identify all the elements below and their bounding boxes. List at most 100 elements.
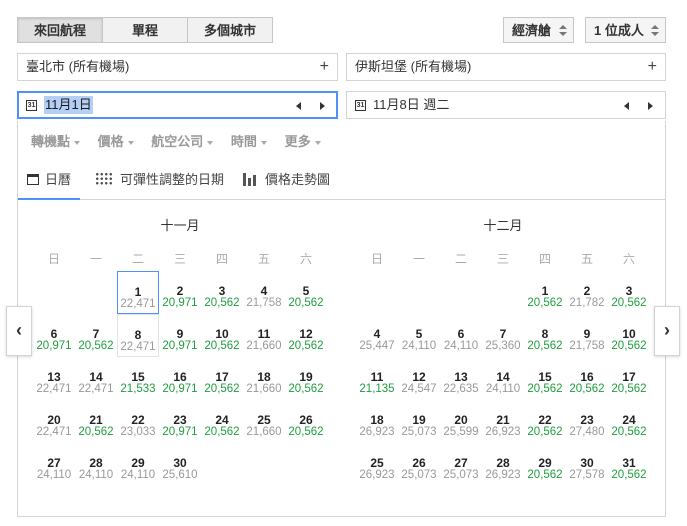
calendar-day[interactable]: 4 21,758 (243, 271, 285, 314)
filter-airline[interactable]: 航空公司 (151, 134, 213, 149)
day-number: 20 (47, 413, 61, 427)
tab-calendar[interactable]: 日曆 (18, 161, 81, 200)
trip-type-roundtrip[interactable]: 來回航程 (17, 17, 103, 43)
calendar-day[interactable]: 20 25,599 (440, 400, 482, 443)
day-number: 3 (625, 284, 633, 298)
calendar-day[interactable]: 14 24,110 (482, 357, 524, 400)
calendar-day[interactable]: 6 20,971 (33, 314, 75, 357)
calendar-day[interactable]: 16 20,562 (566, 357, 608, 400)
calendar-day[interactable]: 27 24,110 (33, 443, 75, 486)
passengers-select[interactable]: 1 位成人 (585, 17, 666, 43)
calendar-day[interactable]: 7 20,562 (75, 314, 117, 357)
calendar-day[interactable]: 18 26,923 (356, 400, 398, 443)
calendar-day[interactable]: 24 20,562 (608, 400, 650, 443)
trip-type-oneway[interactable]: 單程 (102, 17, 188, 43)
calendar-day[interactable]: 6 24,110 (440, 314, 482, 357)
calendar-day[interactable]: 31 20,562 (608, 443, 650, 486)
calendar-day[interactable]: 12 20,562 (285, 314, 327, 357)
calendar-day[interactable]: 13 22,471 (33, 357, 75, 400)
calendar-day[interactable]: 20 22,471 (33, 400, 75, 443)
calendar-day[interactable]: 26 20,562 (285, 400, 327, 443)
trip-type-multicity[interactable]: 多個城市 (187, 17, 273, 43)
calendar-day[interactable]: 19 25,073 (398, 400, 440, 443)
calendar-day[interactable]: 3 20,562 (201, 271, 243, 314)
next-day-icon[interactable] (648, 102, 653, 110)
calendar-day[interactable]: 8 22,471 (117, 314, 159, 357)
day-number: 26 (299, 413, 313, 427)
add-origin-icon[interactable]: + (320, 54, 329, 80)
filter-more[interactable]: 更多 (285, 134, 321, 149)
day-price: 21,782 (569, 297, 605, 309)
day-number: 29 (131, 456, 145, 470)
calendar-day[interactable]: 11 21,135 (356, 357, 398, 400)
prev-day-icon[interactable] (296, 102, 301, 110)
calendar-day[interactable]: 28 24,110 (75, 443, 117, 486)
filter-price[interactable]: 價格 (98, 134, 134, 149)
tab-flexible-dates[interactable]: 可彈性調整的日期 (95, 161, 224, 199)
day-price: 24,110 (485, 383, 521, 395)
add-destination-icon[interactable]: + (648, 54, 657, 80)
calendar-day[interactable]: 12 24,547 (398, 357, 440, 400)
calendar-day[interactable]: 8 20,562 (524, 314, 566, 357)
calendar-day[interactable]: 23 20,971 (159, 400, 201, 443)
day-number: 17 (215, 370, 229, 384)
calendar-day[interactable]: 27 25,073 (440, 443, 482, 486)
calendar-day[interactable]: 9 20,971 (159, 314, 201, 357)
filter-stops[interactable]: 轉機點 (31, 134, 80, 149)
calendar-day[interactable]: 28 26,923 (482, 443, 524, 486)
calendar-day[interactable]: 25 26,923 (356, 443, 398, 486)
calendar-day[interactable]: 16 20,971 (159, 357, 201, 400)
calendar-day[interactable]: 18 21,660 (243, 357, 285, 400)
prev-day-icon[interactable] (624, 102, 629, 110)
calendar-day[interactable]: 10 20,562 (201, 314, 243, 357)
calendar-day[interactable]: 21 20,562 (75, 400, 117, 443)
calendar-day[interactable]: 11 21,660 (243, 314, 285, 357)
calendar-day[interactable]: 3 20,562 (608, 271, 650, 314)
calendar-day[interactable]: 5 20,562 (285, 271, 327, 314)
calendar-day[interactable]: 5 24,110 (398, 314, 440, 357)
day-price: 20,562 (527, 340, 563, 352)
calendar-day[interactable]: 1 20,562 (524, 271, 566, 314)
calendar-day[interactable]: 10 20,562 (608, 314, 650, 357)
day-number: 13 (454, 370, 468, 384)
calendar-day[interactable]: 26 25,073 (398, 443, 440, 486)
calendar-day[interactable]: 30 25,610 (159, 443, 201, 486)
calendar-day[interactable]: 19 20,562 (285, 357, 327, 400)
destination-field[interactable]: 伊斯坦堡 (所有機場) + (346, 53, 666, 81)
depart-date-field[interactable]: 31 11月1日 (17, 91, 338, 119)
calendar-day[interactable]: 30 27,578 (566, 443, 608, 486)
day-price: 22,471 (78, 383, 114, 395)
calendar-day[interactable]: 15 21,533 (117, 357, 159, 400)
calendar-day[interactable]: 29 20,562 (524, 443, 566, 486)
calendar-day[interactable]: 7 25,360 (482, 314, 524, 357)
calendar-day[interactable]: 17 20,562 (608, 357, 650, 400)
calendar-day[interactable]: 2 21,782 (566, 271, 608, 314)
calendar-day[interactable]: 1 22,471 (117, 271, 159, 314)
calendar-day[interactable]: 22 20,562 (524, 400, 566, 443)
calendar-day[interactable]: 14 22,471 (75, 357, 117, 400)
return-date-field[interactable]: 31 11月8日 週二 (346, 91, 666, 119)
calendar-day[interactable]: 15 20,562 (524, 357, 566, 400)
tab-price-graph[interactable]: 價格走勢圖 (243, 161, 330, 199)
origin-field[interactable]: 臺北市 (所有機場) + (17, 53, 338, 81)
day-number: 9 (176, 327, 184, 341)
prev-month-button[interactable]: ‹ (6, 306, 32, 356)
day-price: 20,562 (611, 383, 647, 395)
calendar-day[interactable]: 13 22,635 (440, 357, 482, 400)
calendar-day[interactable]: 23 27,480 (566, 400, 608, 443)
calendar-day[interactable]: 25 21,660 (243, 400, 285, 443)
calendar-day[interactable]: 24 20,562 (201, 400, 243, 443)
calendar-day[interactable]: 29 24,110 (117, 443, 159, 486)
calendar-day[interactable]: 21 26,923 (482, 400, 524, 443)
cabin-select[interactable]: 經濟艙 (503, 17, 574, 43)
calendar-day[interactable]: 17 20,562 (201, 357, 243, 400)
calendar-day[interactable]: 22 23,033 (117, 400, 159, 443)
calendar-day[interactable]: 2 20,971 (159, 271, 201, 314)
calendar-day[interactable]: 4 25,447 (356, 314, 398, 357)
grid-icon (95, 172, 113, 186)
calendar-day[interactable]: 9 21,758 (566, 314, 608, 357)
day-number: 23 (173, 413, 187, 427)
filter-time[interactable]: 時間 (231, 134, 267, 149)
next-day-icon[interactable] (320, 102, 325, 110)
next-month-button[interactable]: › (654, 306, 680, 356)
